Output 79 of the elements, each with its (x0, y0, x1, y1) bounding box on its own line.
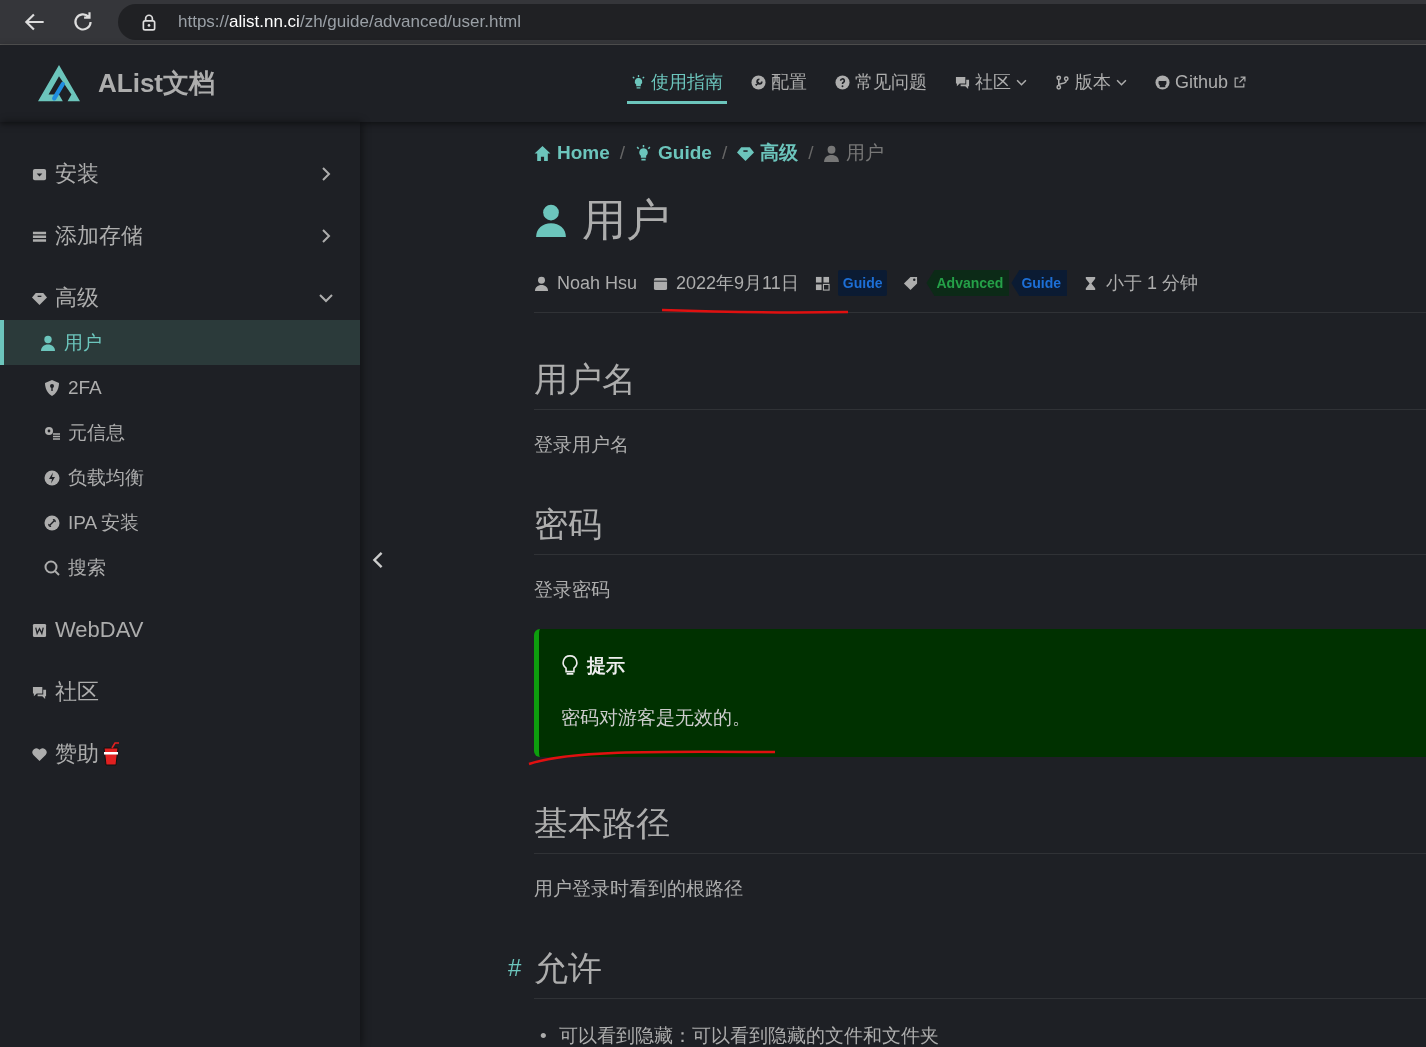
lightning-icon (44, 469, 60, 486)
category-icon (814, 275, 830, 291)
shield-icon (44, 379, 60, 396)
collapse-sidebar-icon[interactable] (372, 549, 384, 570)
breadcrumb-separator: / (808, 142, 814, 164)
sidebar-subitem[interactable]: IPA 安装 (0, 500, 360, 545)
tag-icon (903, 275, 919, 291)
gem-icon (32, 290, 47, 306)
tip-title: 提示 (587, 654, 625, 678)
heart-icon (32, 746, 47, 762)
bullet: • (540, 1024, 547, 1047)
sidebar-item[interactable]: 高级 (0, 276, 360, 320)
question-icon (834, 74, 850, 90)
publish-date: 2022年9月11日 (676, 272, 799, 295)
search-icon (44, 559, 60, 576)
caret-icon (1015, 78, 1027, 86)
user-icon (823, 144, 841, 162)
breadcrumb-link[interactable]: Home (534, 142, 610, 164)
gear-icon (44, 424, 60, 441)
nav-link[interactable]: 使用指南 (626, 63, 727, 104)
lightbulb-icon (630, 74, 646, 90)
nav-link[interactable]: Github (1150, 63, 1250, 104)
home-icon (534, 144, 551, 162)
section-heading: 允许 (534, 949, 602, 987)
list-item: 可以看到隐藏：可以看到隐藏的文件和文件夹 (558, 1024, 939, 1047)
sidebar-item[interactable]: 社区 (0, 670, 360, 714)
webdav-icon (32, 622, 47, 638)
paragraph: 登录密码 (534, 578, 611, 602)
lightbulb-icon (635, 144, 653, 162)
caret-icon (1115, 78, 1127, 86)
link-icon (44, 514, 60, 531)
user-icon (534, 202, 568, 238)
branch-icon (1054, 74, 1070, 90)
sidebar-item[interactable]: WebDAV (0, 608, 360, 652)
chat-icon (32, 684, 47, 700)
sidebar-item[interactable]: 添加存储 (0, 214, 360, 258)
cup-icon (101, 742, 121, 766)
breadcrumb-link[interactable]: Guide (635, 142, 712, 164)
site-title[interactable]: AList文档 (98, 66, 215, 101)
tag-badge[interactable]: Guide (1011, 270, 1068, 296)
wrench-icon (750, 74, 766, 90)
nav-link[interactable]: 配置 (746, 63, 811, 104)
sidebar-item[interactable]: 赞助 (0, 732, 360, 776)
calendar-icon (653, 275, 669, 291)
sidebar-subitem[interactable]: 负载均衡 (0, 455, 360, 500)
section-heading: 基本路径 (534, 804, 670, 842)
author-name: Noah Hsu (557, 272, 638, 294)
sidebar-subitem[interactable]: 用户 (0, 320, 360, 365)
category-badge[interactable]: Guide (837, 270, 888, 296)
paragraph: 用户登录时看到的根路径 (534, 877, 744, 901)
section-heading: 密码 (534, 505, 602, 543)
section-heading: 用户名 (534, 360, 636, 398)
address-bar[interactable]: https://alist.nn.ci/zh/guide/advanced/user.html (118, 4, 1426, 40)
sidebar-subitem[interactable]: 搜索 (0, 545, 360, 590)
user-icon (534, 275, 549, 291)
breadcrumb-separator: / (721, 142, 728, 164)
tag-badge[interactable]: Advanced (926, 270, 1010, 296)
chat-icon (954, 74, 970, 90)
tip-text: 密码对游客是无效的。 (561, 706, 752, 730)
reading-time: 小于 1 分钟 (1106, 272, 1199, 295)
lightbulb-icon (561, 654, 579, 678)
page-title: 用户 (582, 193, 670, 246)
nav-link[interactable]: 社区 (950, 63, 1031, 104)
user-icon (40, 334, 56, 351)
breadcrumb-separator: / (619, 142, 626, 164)
breadcrumb-link[interactable]: 用户 (823, 140, 885, 166)
sidebar-subitem[interactable]: 元信息 (0, 410, 360, 455)
lock-icon (140, 13, 158, 31)
paragraph: 登录用户名 (534, 433, 630, 457)
gem-icon (737, 144, 755, 162)
breadcrumb-link[interactable]: 高级 (737, 140, 799, 166)
url-text: https://alist.nn.ci/zh/guide/advanced/user.html (178, 12, 522, 32)
sidebar-subitem[interactable]: 2FA (0, 365, 360, 410)
external-link-icon (1233, 75, 1246, 89)
heading-anchor-link[interactable]: # (508, 954, 522, 982)
sidebar-item[interactable]: 安装 (0, 152, 360, 196)
nav-link[interactable]: 版本 (1050, 63, 1131, 104)
nav-link[interactable]: 常见问题 (830, 63, 931, 104)
archive-box-icon (32, 166, 47, 182)
